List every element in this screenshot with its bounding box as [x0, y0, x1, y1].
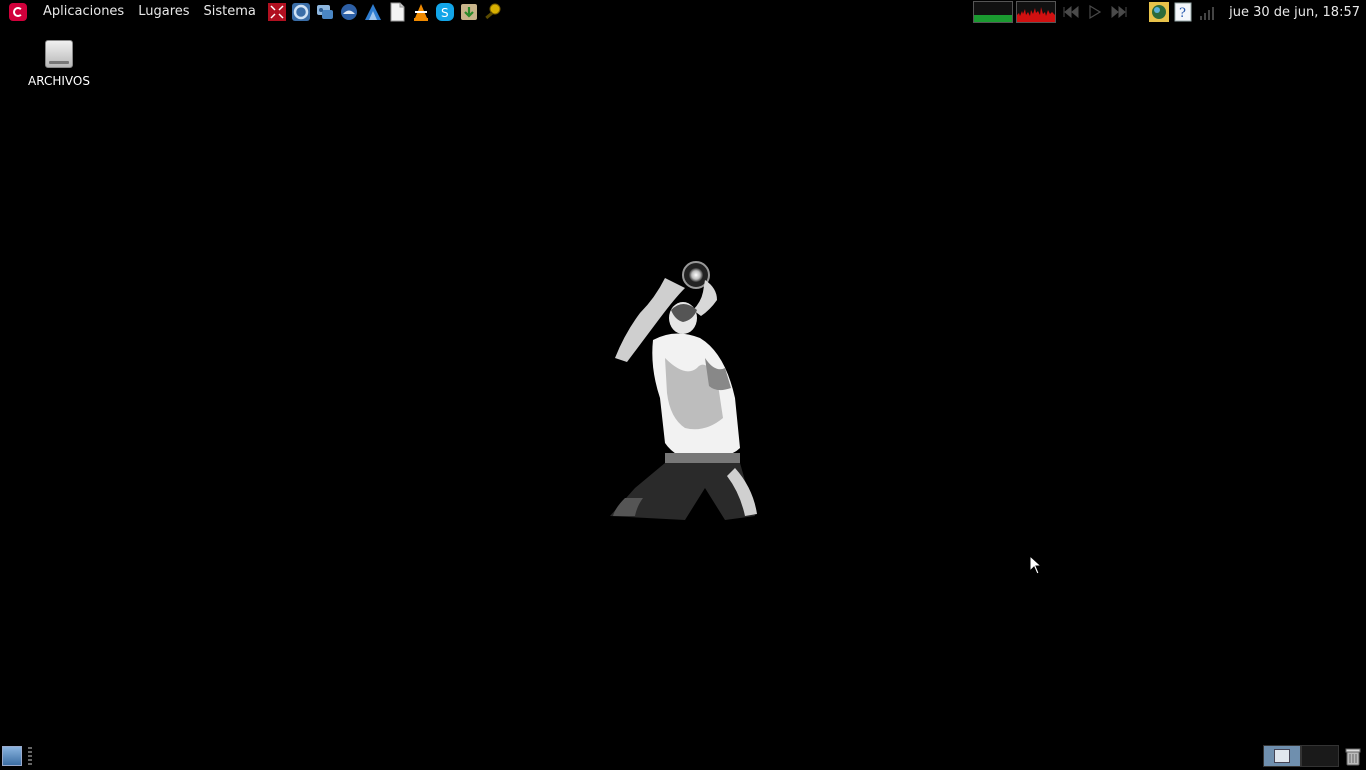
- workspace-1[interactable]: [1263, 745, 1301, 767]
- previous-icon[interactable]: [1061, 2, 1081, 22]
- workspace-switcher: [1263, 745, 1339, 767]
- show-desktop-icon[interactable]: [2, 746, 22, 766]
- workspace-2[interactable]: [1301, 745, 1339, 767]
- screenshot-icon[interactable]: [267, 2, 287, 22]
- menu-system[interactable]: Sistema: [197, 0, 263, 24]
- svg-text:?: ?: [1179, 6, 1186, 21]
- help-icon[interactable]: ?: [1173, 2, 1193, 22]
- signal-icon[interactable]: [1197, 2, 1217, 22]
- top-panel: Aplicaciones Lugares Sistema S ? jue 30 …: [0, 0, 1366, 24]
- wallpaper-figure: [605, 258, 765, 520]
- weather-icon[interactable]: [1149, 2, 1170, 22]
- network-monitor[interactable]: [1016, 1, 1057, 23]
- search-tool-icon[interactable]: [483, 2, 503, 22]
- drive-icon: [45, 40, 73, 68]
- new-document-icon[interactable]: [387, 2, 407, 22]
- menu-applications[interactable]: Aplicaciones: [36, 0, 131, 24]
- im-messenger-icon[interactable]: [315, 2, 335, 22]
- next-icon[interactable]: [1109, 2, 1129, 22]
- desktop-icon-label: ARCHIVOS: [28, 74, 90, 88]
- notification-area: ? jue 30 de jun, 18:57: [973, 0, 1366, 24]
- svg-text:S: S: [441, 6, 449, 20]
- bottom-panel: [0, 744, 1366, 768]
- chromium-icon[interactable]: [291, 2, 311, 22]
- clock[interactable]: jue 30 de jun, 18:57: [1229, 5, 1360, 20]
- launcher-group: S: [267, 2, 503, 22]
- panel-drag-handle[interactable]: [28, 747, 32, 765]
- play-icon[interactable]: [1085, 2, 1105, 22]
- desktop-icon-archivos[interactable]: ARCHIVOS: [20, 40, 98, 88]
- thunderbird-icon[interactable]: [339, 2, 359, 22]
- menu-places[interactable]: Lugares: [131, 0, 196, 24]
- text-editor-icon[interactable]: [363, 2, 383, 22]
- main-menu-bar: Aplicaciones Lugares Sistema: [0, 0, 263, 24]
- debian-logo-icon[interactable]: [9, 3, 27, 21]
- mouse-pointer-icon: [1029, 554, 1043, 579]
- vlc-icon[interactable]: [411, 2, 431, 22]
- skype-icon[interactable]: S: [435, 2, 455, 22]
- cpu-monitor[interactable]: [973, 1, 1014, 23]
- trash-icon[interactable]: [1343, 746, 1363, 766]
- workspace-window-thumbnail: [1274, 749, 1290, 763]
- download-manager-icon[interactable]: [459, 2, 479, 22]
